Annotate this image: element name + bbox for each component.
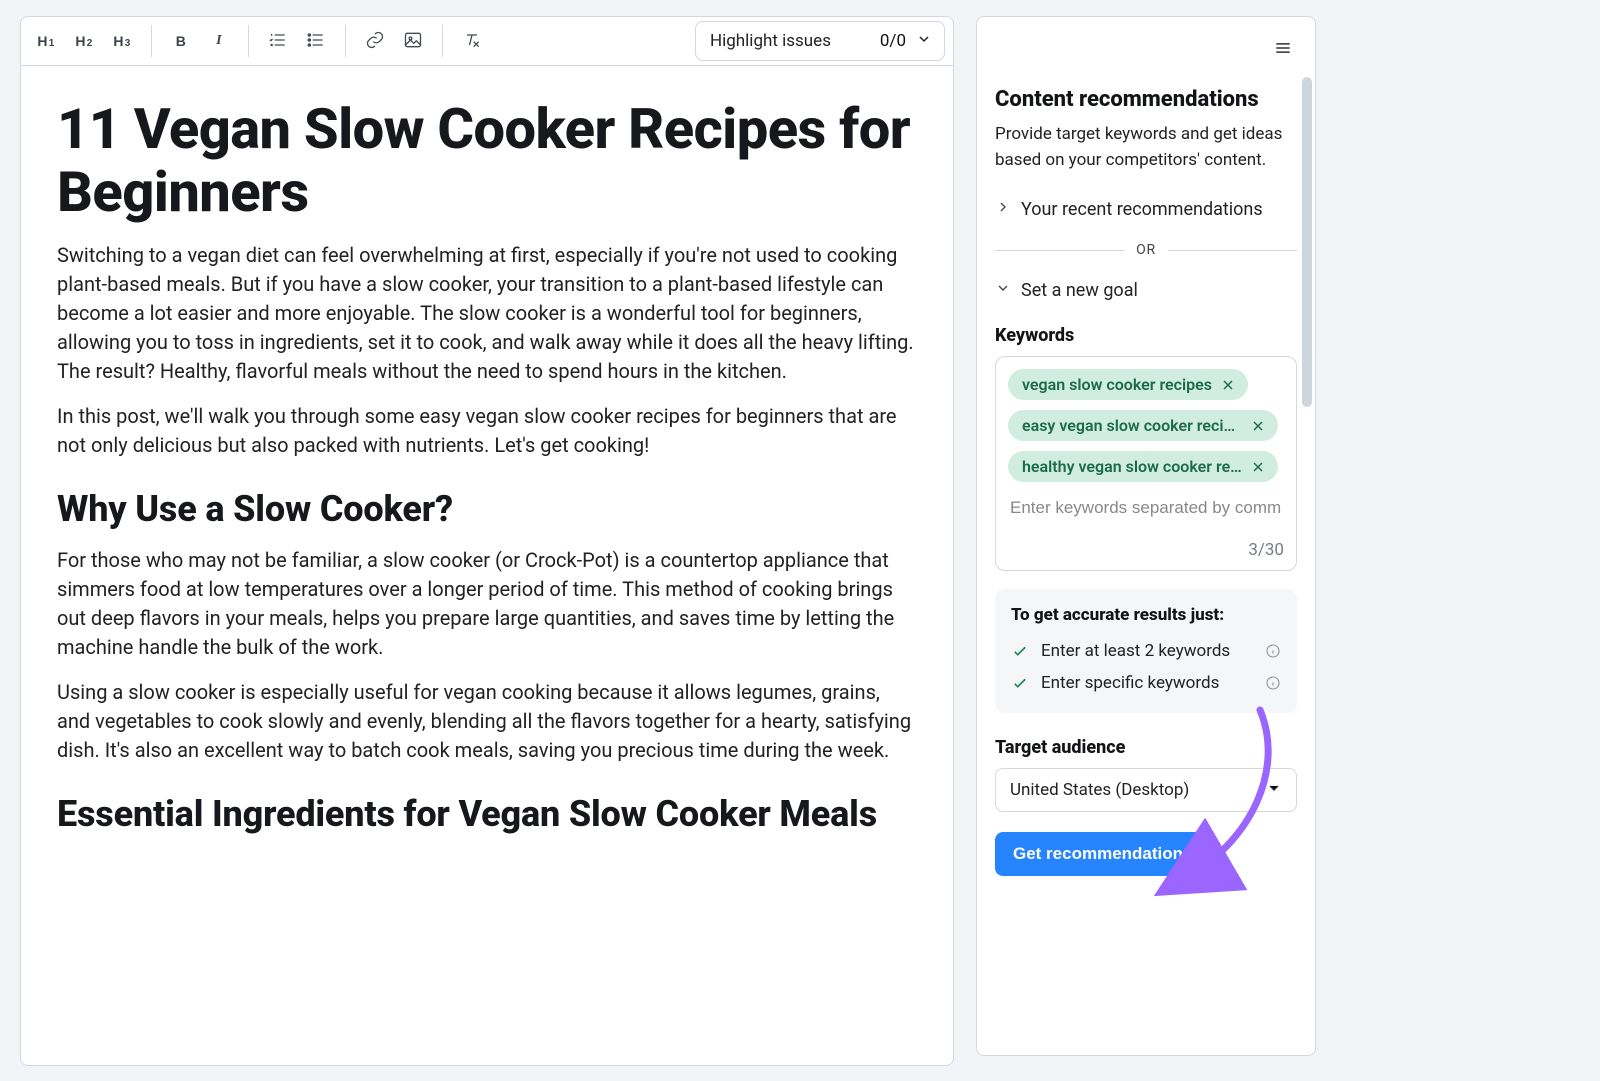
image-icon bbox=[403, 30, 423, 53]
editor-toolbar: H1 H2 H3 B I bbox=[20, 16, 954, 66]
document-title[interactable]: 11 Vegan Slow Cooker Recipes for Beginne… bbox=[57, 98, 917, 223]
remove-chip-icon[interactable] bbox=[1250, 418, 1266, 434]
sidebar-menu-button[interactable] bbox=[1265, 31, 1301, 67]
get-recommendations-button[interactable]: Get recommendations bbox=[995, 832, 1211, 876]
keywords-count: 3/30 bbox=[1008, 534, 1284, 560]
check-icon bbox=[1011, 674, 1029, 692]
image-button[interactable] bbox=[396, 24, 430, 58]
heading3-button[interactable]: H3 bbox=[105, 24, 139, 58]
chevron-right-icon bbox=[995, 199, 1011, 220]
document-paragraph[interactable]: Switching to a vegan diet can feel overw… bbox=[57, 241, 917, 386]
highlight-issues-dropdown[interactable]: Highlight issues 0/0 bbox=[695, 21, 945, 61]
heading2-button[interactable]: H2 bbox=[67, 24, 101, 58]
ordered-list-icon bbox=[268, 30, 288, 53]
editor-canvas[interactable]: 11 Vegan Slow Cooker Recipes for Beginne… bbox=[20, 66, 954, 1066]
unordered-list-icon bbox=[306, 30, 326, 53]
target-audience-label: Target audience bbox=[995, 737, 1297, 758]
highlight-issues-label: Highlight issues bbox=[710, 31, 831, 51]
heading-letter: H bbox=[37, 33, 47, 49]
link-button[interactable] bbox=[358, 24, 392, 58]
heading-level: 2 bbox=[87, 38, 93, 49]
sidebar-title: Content recommendations bbox=[995, 87, 1297, 112]
scrollbar-thumb[interactable] bbox=[1302, 77, 1312, 407]
sidebar-scrollbar[interactable] bbox=[1302, 77, 1312, 1047]
keyword-chip-label: vegan slow cooker recipes bbox=[1022, 375, 1212, 394]
target-audience-select[interactable]: United States (Desktop) bbox=[995, 768, 1297, 812]
heading-level: 1 bbox=[49, 38, 55, 49]
hint-text: Enter specific keywords bbox=[1041, 673, 1219, 693]
target-audience-value: United States (Desktop) bbox=[1010, 780, 1189, 800]
heading-level: 3 bbox=[125, 38, 131, 49]
chevron-down-icon bbox=[916, 31, 932, 52]
keyword-chip: healthy vegan slow cooker re… bbox=[1008, 451, 1278, 482]
document-paragraph[interactable]: In this post, we'll walk you through som… bbox=[57, 402, 917, 460]
heading-letter: H bbox=[75, 33, 85, 49]
or-label: OR bbox=[1136, 242, 1156, 258]
keywords-label: Keywords bbox=[995, 325, 1297, 346]
italic-button[interactable]: I bbox=[202, 24, 236, 58]
chevron-down-icon bbox=[1266, 780, 1282, 801]
unordered-list-button[interactable] bbox=[299, 24, 333, 58]
recent-recommendations-label: Your recent recommendations bbox=[1021, 199, 1263, 220]
link-icon bbox=[365, 30, 385, 53]
document-paragraph[interactable]: For those who may not be familiar, a slo… bbox=[57, 546, 917, 662]
clear-formatting-icon bbox=[462, 30, 482, 53]
heading1-button[interactable]: H1 bbox=[29, 24, 63, 58]
keyword-chip-label: healthy vegan slow cooker re… bbox=[1022, 457, 1242, 476]
recommendations-sidebar: Content recommendations Provide target k… bbox=[976, 16, 1316, 1056]
hint-text: Enter at least 2 keywords bbox=[1041, 641, 1230, 661]
bold-button[interactable]: B bbox=[164, 24, 198, 58]
hints-title: To get accurate results just: bbox=[1011, 605, 1281, 625]
recent-recommendations-toggle[interactable]: Your recent recommendations bbox=[995, 193, 1297, 226]
keyword-chip-label: easy vegan slow cooker recipes bbox=[1022, 416, 1242, 435]
remove-chip-icon[interactable] bbox=[1250, 459, 1266, 475]
check-icon bbox=[1011, 642, 1029, 660]
document-heading2[interactable]: Why Use a Slow Cooker? bbox=[57, 488, 917, 530]
new-goal-label: Set a new goal bbox=[1021, 280, 1138, 301]
hamburger-icon bbox=[1273, 38, 1293, 61]
keyword-chips: vegan slow cooker recipes easy vegan slo… bbox=[1008, 369, 1284, 482]
highlight-issues-count: 0/0 bbox=[880, 31, 906, 51]
heading-letter: H bbox=[113, 33, 123, 49]
keywords-box: vegan slow cooker recipes easy vegan slo… bbox=[995, 356, 1297, 571]
cta-label: Get recommendations bbox=[1013, 844, 1193, 863]
ordered-list-button[interactable] bbox=[261, 24, 295, 58]
hint-item: Enter specific keywords bbox=[1011, 667, 1281, 699]
keywords-input[interactable] bbox=[1008, 492, 1284, 524]
hints-box: To get accurate results just: Enter at l… bbox=[995, 589, 1297, 713]
new-goal-toggle[interactable]: Set a new goal bbox=[995, 274, 1297, 307]
hint-item: Enter at least 2 keywords bbox=[1011, 635, 1281, 667]
chevron-down-icon bbox=[995, 280, 1011, 301]
clear-formatting-button[interactable] bbox=[455, 24, 489, 58]
keyword-chip: vegan slow cooker recipes bbox=[1008, 369, 1248, 400]
document-heading2[interactable]: Essential Ingredients for Vegan Slow Coo… bbox=[57, 793, 917, 835]
remove-chip-icon[interactable] bbox=[1220, 377, 1236, 393]
info-icon[interactable] bbox=[1265, 643, 1281, 659]
sidebar-subtitle: Provide target keywords and get ideas ba… bbox=[995, 122, 1297, 173]
document-paragraph[interactable]: Using a slow cooker is especially useful… bbox=[57, 678, 917, 765]
info-icon[interactable] bbox=[1265, 675, 1281, 691]
keyword-chip: easy vegan slow cooker recipes bbox=[1008, 410, 1278, 441]
or-divider: OR bbox=[995, 242, 1297, 258]
